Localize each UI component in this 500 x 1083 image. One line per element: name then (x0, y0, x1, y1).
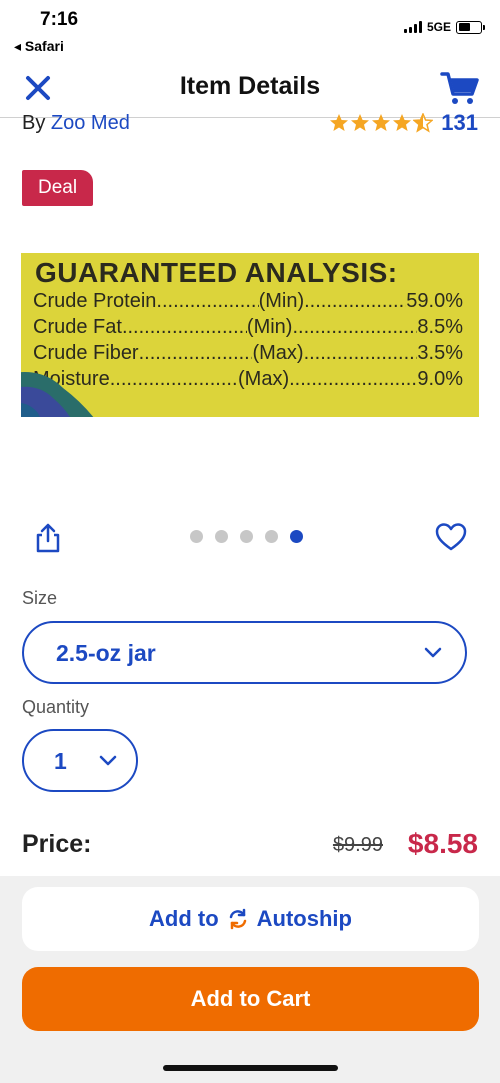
deal-badge: Deal (22, 170, 94, 206)
quantity-label: Quantity (22, 697, 90, 717)
cart-icon[interactable] (440, 70, 480, 106)
status-bar: 7:16 ◂ Safari 5GE (0, 0, 500, 60)
status-time: 7:16 (40, 9, 79, 30)
star-rating (329, 113, 434, 133)
back-to-safari[interactable]: ◂ Safari (14, 38, 64, 55)
carousel-dot[interactable] (240, 530, 253, 543)
back-app-label: Safari (24, 38, 64, 54)
brand-link[interactable]: Zoo Med (51, 112, 130, 134)
home-indicator[interactable] (163, 1065, 338, 1071)
product-image[interactable]: GUARANTEED ANALYSIS: Crude Protein(Min)5… (21, 253, 479, 417)
add-to-cart-button[interactable]: Add to Cart (22, 967, 479, 1031)
chevron-down-icon (99, 755, 117, 766)
add-to-autoship-button[interactable]: Add to Autoship (22, 887, 479, 951)
image-carousel-dots (190, 530, 303, 543)
half-star-icon (413, 113, 434, 133)
fish-graphic (21, 372, 94, 417)
size-value: 2.5-oz jar (56, 640, 156, 666)
status-indicators: 5GE (403, 20, 485, 34)
autoship-prefix: Add to (149, 906, 219, 931)
quantity-dropdown[interactable]: 1 (22, 729, 138, 792)
carousel-dot[interactable] (215, 530, 228, 543)
autoship-label: Autoship (256, 906, 352, 931)
star-icon (351, 114, 370, 131)
network-label: 5GE (426, 20, 451, 34)
image-analysis-title: GUARANTEED ANALYSIS: (35, 257, 398, 288)
star-icon (330, 114, 349, 131)
page-title: Item Details (179, 72, 321, 100)
review-count[interactable]: 131 (441, 110, 478, 136)
rating[interactable]: 131 (329, 110, 478, 136)
heart-icon[interactable] (435, 522, 467, 552)
original-price: $9.99 (332, 834, 383, 856)
brand-byline: By Zoo Med (22, 112, 130, 135)
carousel-dot[interactable] (265, 530, 278, 543)
signal-icon (403, 21, 422, 33)
size-label: Size (22, 588, 58, 608)
battery-icon (456, 20, 485, 34)
price-label: Price: (22, 830, 92, 858)
size-dropdown[interactable]: 2.5-oz jar (22, 621, 467, 684)
by-prefix: By (22, 112, 46, 134)
add-to-cart-label: Add to Cart (190, 986, 311, 1011)
star-icon (393, 114, 412, 131)
star-icon (372, 114, 391, 131)
quantity-value: 1 (54, 748, 67, 774)
image-analysis-row: Crude Protein(Min)59.0% (33, 290, 463, 316)
carousel-dot[interactable] (290, 530, 303, 543)
sale-price: $8.58 (407, 828, 478, 859)
chevron-down-icon (424, 647, 442, 658)
carousel-dot[interactable] (190, 530, 203, 543)
share-icon[interactable] (33, 522, 63, 554)
autoship-refresh-icon (229, 908, 246, 930)
image-analysis-row: Crude Fat(Min)8.5% (33, 316, 463, 342)
